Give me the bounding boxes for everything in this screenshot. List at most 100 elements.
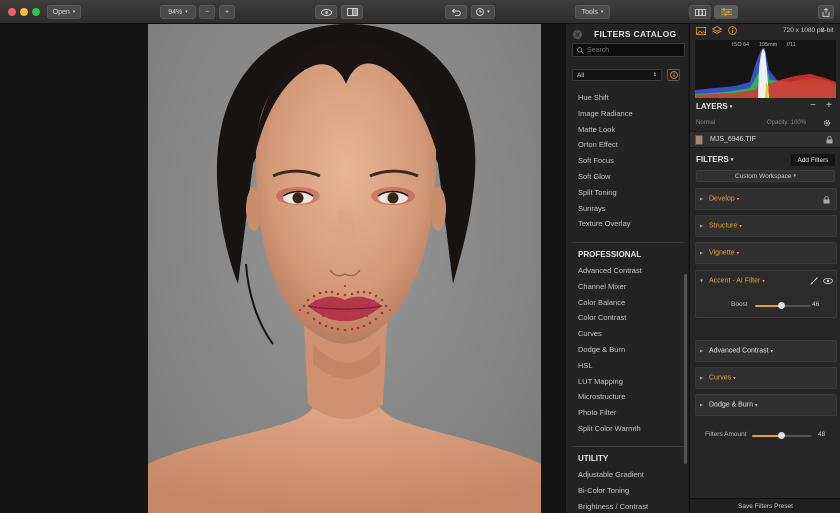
tools-button[interactable]: Tools ▾	[575, 5, 610, 19]
clock-icon	[476, 8, 485, 16]
catalog-item[interactable]: Adjustable Gradient	[578, 467, 683, 483]
catalog-item[interactable]: Texture Overlay	[578, 216, 683, 232]
info-icon[interactable]	[728, 26, 737, 35]
filters-header[interactable]: FILTERS ▾	[696, 155, 733, 164]
chevron-down-icon: ▾	[762, 278, 765, 284]
brush-icon[interactable]	[810, 277, 818, 285]
open-button[interactable]: Open ▾	[47, 5, 81, 19]
minimize-window-button[interactable]	[20, 8, 28, 16]
zoom-value: 94%	[168, 8, 183, 16]
catalog-close-button[interactable]	[573, 30, 582, 39]
preview-button[interactable]	[315, 5, 337, 19]
compare-button[interactable]	[341, 5, 363, 19]
catalog-item[interactable]: Soft Glow	[578, 169, 683, 185]
catalog-item[interactable]: Orton Effect	[578, 137, 683, 153]
catalog-list-utility: Adjustable Gradient Bi-Color Toning Brig…	[578, 467, 683, 513]
chevron-down-icon: ▾	[739, 223, 742, 229]
catalog-item[interactable]: LUT Mapping	[578, 374, 683, 390]
gear-icon[interactable]	[823, 119, 831, 127]
chevron-down-icon: ▾	[72, 9, 76, 15]
adjust-view-button[interactable]	[714, 5, 738, 19]
filter-dodge-burn[interactable]: ▸ Dodge & Burn ▾	[695, 394, 837, 416]
layers-stack-icon[interactable]	[712, 26, 722, 35]
catalog-item[interactable]: Hue Shift	[578, 90, 683, 106]
filter-accent-ai[interactable]: ▾ Accent - AI Filter ▾ Boost 46	[695, 270, 837, 318]
eye-icon[interactable]	[823, 278, 833, 284]
lock-icon[interactable]	[826, 136, 833, 144]
catalog-item[interactable]: Channel Mixer	[578, 279, 683, 295]
boost-label: Boost	[731, 301, 748, 308]
filters-amount-fill	[752, 435, 781, 437]
zoom-in-button[interactable]: +	[219, 5, 235, 19]
catalog-search-field[interactable]	[572, 43, 685, 57]
filter-curves-title: Curves ▾	[709, 375, 736, 382]
catalog-item[interactable]: Split Color Warmth	[578, 421, 683, 437]
boost-slider-knob[interactable]	[777, 302, 785, 309]
expand-arrow-icon: ▸	[700, 250, 704, 257]
add-layer-button[interactable]: +	[826, 100, 832, 111]
catalog-item[interactable]: Sunrays	[578, 201, 683, 217]
filter-develop-title: Develop ▾	[709, 196, 739, 203]
filters-amount-knob[interactable]	[777, 432, 785, 439]
filter-curves-label: Curves	[709, 374, 732, 382]
zoom-select[interactable]: 94% ▾	[160, 5, 196, 19]
catalog-item[interactable]: HSL	[578, 358, 683, 374]
minus-icon: −	[204, 8, 210, 16]
filter-curves[interactable]: ▸ Curves ▾	[695, 367, 837, 389]
undo-button[interactable]	[445, 5, 467, 19]
catalog-item[interactable]: Color Contrast	[578, 310, 683, 326]
chevron-down-icon: ▾	[600, 9, 604, 15]
undo-icon	[451, 8, 461, 16]
filter-dodge-burn-label: Dodge & Burn	[709, 401, 753, 409]
blend-mode-select[interactable]: Normal	[696, 120, 715, 126]
catalog-item[interactable]: Matte Look	[578, 122, 683, 138]
workspace-select[interactable]: Custom Workspace ▾	[696, 170, 835, 182]
boost-slider-fill	[755, 305, 781, 307]
catalog-item[interactable]: Dodge & Burn	[578, 342, 683, 358]
catalog-scrollbar[interactable]	[684, 274, 687, 464]
expand-arrow-icon: ▸	[700, 223, 704, 230]
share-button[interactable]	[818, 5, 834, 19]
opacity-control[interactable]: Opacity: 100%	[767, 120, 806, 126]
filter-advanced-contrast[interactable]: ▸ Advanced Contrast ▾	[695, 340, 837, 362]
boost-slider[interactable]	[755, 302, 811, 309]
filter-develop[interactable]: ▸ Develop ▾	[695, 188, 837, 210]
catalog-item[interactable]: Image Radiance	[578, 106, 683, 122]
zoom-out-button[interactable]: −	[199, 5, 215, 19]
toolbar: Open ▾ 94% ▾ − + ▾ Tools ▾	[0, 0, 840, 24]
category-select[interactable]: All ⇕	[572, 69, 662, 81]
catalog-item[interactable]: Curves	[578, 326, 683, 342]
history-button[interactable]: ▾	[471, 5, 495, 19]
image-info-row: 720 x 1080 px 8-bit	[690, 24, 840, 38]
chevron-down-icon: ▾	[733, 375, 736, 381]
expand-arrow-icon: ▸	[700, 196, 704, 203]
catalog-search-input[interactable]	[587, 46, 677, 54]
image-icon[interactable]	[696, 27, 706, 35]
catalog-item[interactable]: Microstructure	[578, 389, 683, 405]
catalog-item[interactable]: Brightness / Contrast	[578, 499, 683, 513]
catalog-item[interactable]: Advanced Contrast	[578, 263, 683, 279]
add-filters-button[interactable]: Add Filters	[791, 154, 835, 166]
filters-amount-slider[interactable]	[752, 432, 812, 439]
catalog-item[interactable]: Bi-Color Toning	[578, 483, 683, 499]
presets-view-button[interactable]	[689, 5, 711, 19]
search-icon	[577, 46, 584, 54]
maximize-window-button[interactable]	[32, 8, 40, 16]
catalog-item[interactable]: Photo Filter	[578, 405, 683, 421]
layer-row[interactable]: MJS_6946.TIF	[690, 131, 840, 148]
filter-accent-header[interactable]: ▾ Accent - AI Filter ▾	[696, 271, 838, 291]
filter-structure[interactable]: ▸ Structure ▾	[695, 215, 837, 237]
right-panel: 720 x 1080 px 8-bit ISO 64 105mm f/11 LA…	[689, 24, 840, 513]
save-filters-preset-button[interactable]: Save Filters Preset	[690, 498, 840, 513]
close-window-button[interactable]	[8, 8, 16, 16]
updown-chevron-icon: ⇕	[652, 72, 657, 78]
catalog-item[interactable]: Color Balance	[578, 295, 683, 311]
image-canvas[interactable]	[0, 24, 565, 513]
remove-layer-button[interactable]: −	[810, 100, 816, 111]
catalog-item[interactable]: Soft Focus	[578, 153, 683, 169]
layers-header[interactable]: LAYERS ▾	[696, 102, 732, 111]
filter-vignette[interactable]: ▸ Vignette ▾	[695, 242, 837, 264]
lock-icon[interactable]	[823, 196, 830, 204]
catalog-item[interactable]: Split Toning	[578, 185, 683, 201]
catalog-info-button[interactable]	[667, 69, 680, 81]
